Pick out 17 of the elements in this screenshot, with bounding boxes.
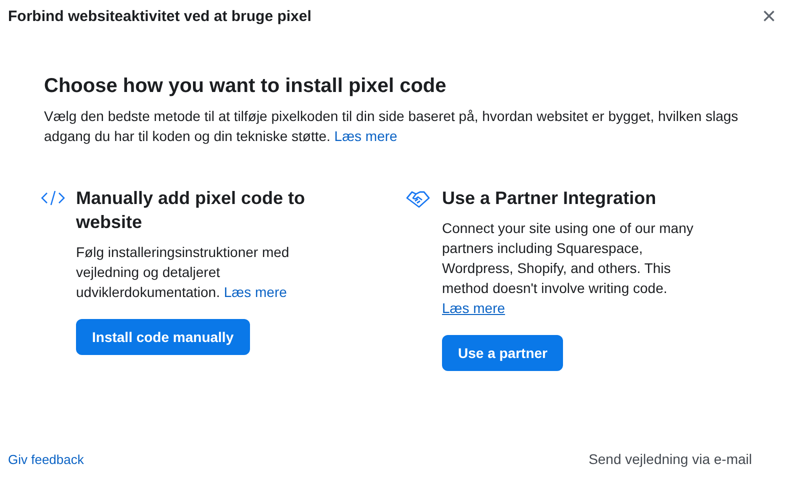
email-link[interactable]: Send vejledning via e-mail: [588, 449, 752, 470]
read-more-link[interactable]: Læs mere: [442, 300, 506, 316]
action-button[interactable]: Install code manually: [76, 319, 250, 355]
intro-text: Vælg den bedste metode til at tilføje pixelkoden til din side baseret på, hvordan websitet er bygget, hvilken slags adgang du har til koden og din tekniske støtte. Læs mere: [44, 107, 740, 146]
option-title: Use a Partner Integration: [442, 187, 658, 210]
option-description: Følg installeringsinstruktioner med vejledning og detaljeret udviklerdokumentation. Læs mere: [76, 243, 290, 302]
section-heading: Choose how you want to install pixel code: [44, 74, 448, 99]
action-button[interactable]: Use a partner: [442, 335, 564, 371]
option-title: Manually add pixel code to website: [76, 187, 306, 234]
close-button[interactable]: ×: [758, 5, 780, 29]
handshake-icon: [406, 190, 430, 208]
option-description: Connect your site using one of our many partners including Squarespace, Wordpress, Shopify, and others. This method doesn't involve writing code. Læs mere: [442, 219, 694, 318]
code-icon: [40, 190, 66, 206]
read-more-link[interactable]: Læs mere: [334, 128, 398, 144]
dialog-title: Forbind websiteaktivitet ved at bruge pixel: [8, 6, 312, 27]
read-more-link[interactable]: Læs mere: [224, 284, 287, 300]
feedback-link[interactable]: Giv feedback: [8, 450, 84, 470]
